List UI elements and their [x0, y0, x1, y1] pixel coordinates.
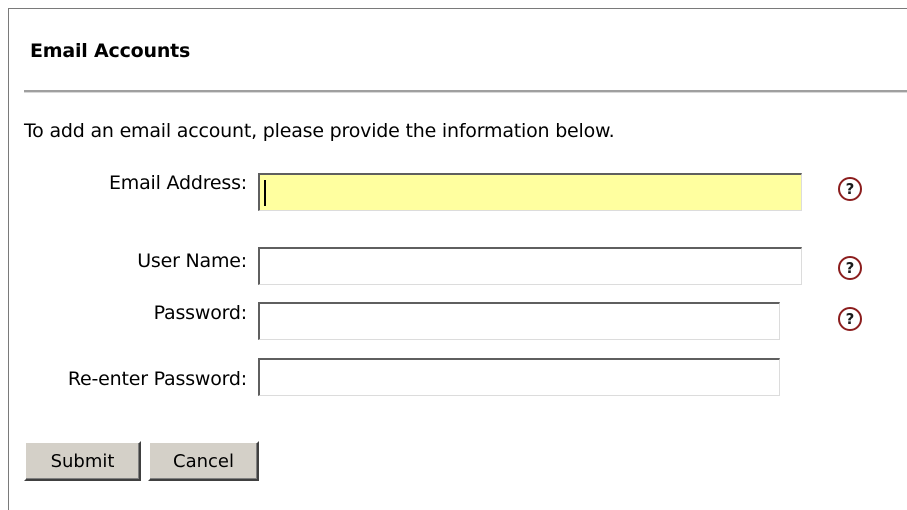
frame-top-border — [8, 8, 907, 9]
frame-left-border — [8, 8, 9, 510]
password-input[interactable] — [258, 302, 780, 340]
reenter-password-input[interactable] — [258, 358, 780, 396]
password-label: Password: — [153, 302, 248, 324]
title-divider — [24, 90, 907, 93]
cancel-button[interactable]: Cancel — [148, 441, 259, 481]
user-name-input[interactable] — [258, 247, 802, 285]
reenter-password-label: Re-enter Password: — [67, 368, 247, 390]
email-address-label: Email Address: — [108, 172, 247, 194]
user-name-label: User Name: — [137, 250, 247, 272]
email-address-input[interactable] — [258, 173, 802, 211]
user-name-help-icon[interactable]: ? — [838, 256, 862, 280]
text-cursor — [264, 180, 266, 206]
submit-button[interactable]: Submit — [24, 441, 141, 481]
email-accounts-page: Email Accounts To add an email account, … — [0, 0, 907, 510]
intro-text: To add an email account, please provide … — [24, 120, 615, 142]
email-address-help-icon[interactable]: ? — [838, 177, 862, 201]
page-title: Email Accounts — [30, 40, 191, 62]
password-help-icon[interactable]: ? — [838, 307, 862, 331]
